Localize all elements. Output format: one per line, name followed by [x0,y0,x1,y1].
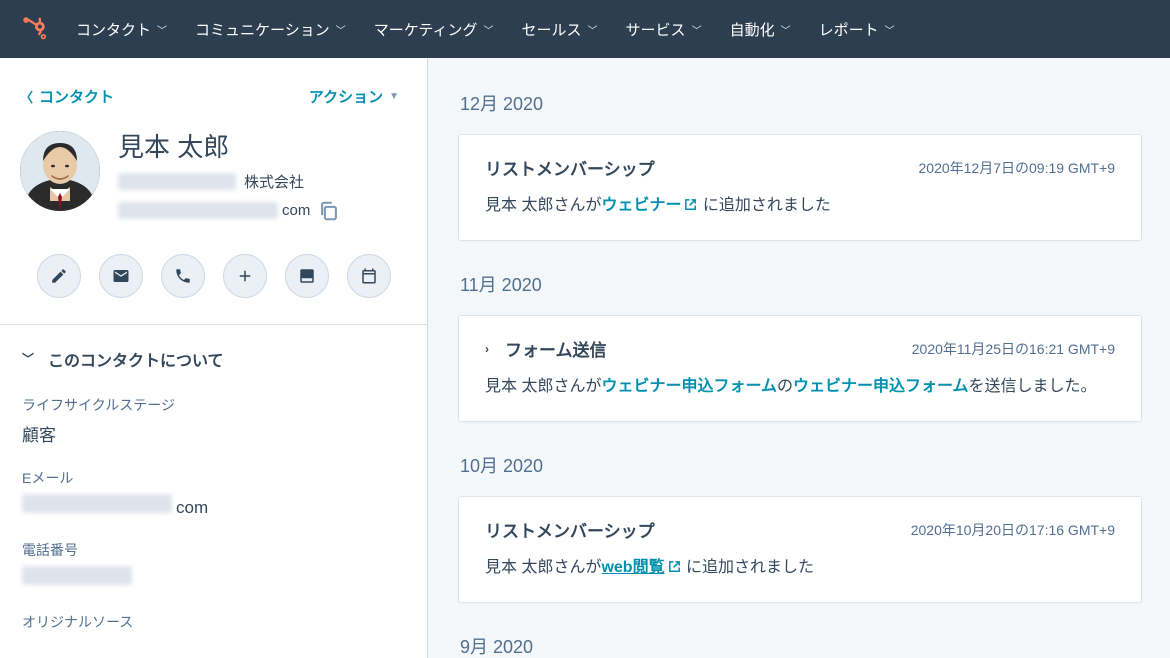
card-title: リストメンバーシップ [485,155,655,180]
activity-timeline: 12月 2020 リストメンバーシップ 2020年12月7日の09:19 GMT+9… [428,58,1170,658]
chevron-down-icon: ﹀ [484,22,494,37]
chevron-down-icon: ﹀ [692,22,702,37]
about-field: Eメール com [22,468,405,518]
copy-icon[interactable] [318,200,340,222]
about-section: ﹀ このコンタクトについて ライフサイクルステージ顧客 Eメール com 電話番号オリ… [0,324,427,654]
about-field: ライフサイクルステージ顧客 [22,395,405,446]
card-body: 見本 太郎さんがウェビナー申込フォームのウェビナー申込フォームを送信しました。 [485,375,1115,399]
field-label: 電話番号 [22,540,405,560]
field-value[interactable]: 顧客 [22,421,405,446]
timeline-link[interactable]: ウェビナー [601,197,681,214]
about-toggle[interactable]: ﹀ このコンタクトについて [22,347,405,371]
field-value[interactable] [22,566,405,590]
contact-avatar[interactable] [20,131,100,211]
nav-item[interactable]: マーケティング ﹀ [374,19,494,40]
card-timestamp: 2020年12月7日の09:19 GMT+9 [919,158,1116,178]
nav-label: 自動化 [730,19,775,40]
meeting-button[interactable] [347,254,391,298]
chevron-down-icon: ﹀ [157,22,167,37]
actions-label: アクション [309,86,383,107]
add-button[interactable] [223,254,267,298]
nav-label: コンタクト [76,19,151,40]
nav-item[interactable]: サービス ﹀ [626,19,702,40]
company-suffix: 株式会社 [244,171,304,192]
task-button[interactable] [285,254,329,298]
top-nav: コンタクト﹀コミュニケーション﹀マーケティング﹀セールス﹀サービス﹀自動化﹀レポ… [0,0,1170,58]
field-label: ライフサイクルステージ [22,395,405,415]
card-body: 見本 太郎さんがウェビナー に追加されました [485,194,1115,218]
chevron-down-icon: ﹀ [22,350,34,367]
nav-label: コミュニケーション [195,19,330,40]
nav-item[interactable]: 自動化 ﹀ [730,19,791,40]
field-label: Eメール [22,468,405,488]
nav-label: マーケティング [374,19,478,40]
about-field: オリジナルソース [22,612,405,632]
chevron-right-icon[interactable]: › [485,342,495,356]
timeline-month-heading: 11月 2020 [460,271,1142,297]
back-label: コンタクト [39,86,114,107]
note-button[interactable] [37,254,81,298]
hubspot-logo-icon[interactable] [22,16,48,42]
card-title: ›フォーム送信 [485,336,607,361]
nav-label: レポート [819,19,879,40]
field-value[interactable]: com [22,494,405,518]
chevron-down-icon: ▼ [389,91,399,102]
chevron-down-icon: ﹀ [885,22,895,37]
timeline-month-heading: 9月 2020 [460,633,1142,658]
back-to-contacts-link[interactable]: 〈 コンタクト [20,86,114,107]
nav-item[interactable]: コンタクト ﹀ [76,19,167,40]
chevron-down-icon: ﹀ [588,22,598,37]
field-label: オリジナルソース [22,612,405,632]
card-body: 見本 太郎さんがweb閲覧 に追加されました [485,556,1115,580]
timeline-card[interactable]: リストメンバーシップ 2020年12月7日の09:19 GMT+9 見本 太郎さんが… [458,134,1142,241]
card-title: リストメンバーシップ [485,517,655,542]
nav-label: セールス [522,19,582,40]
chevron-down-icon: ﹀ [781,22,791,37]
actions-dropdown[interactable]: アクション ▼ [309,86,399,107]
nav-item[interactable]: セールス ﹀ [522,19,598,40]
card-timestamp: 2020年11月25日の16:21 GMT+9 [912,339,1115,359]
external-link-icon [683,197,698,212]
contact-sidebar: 〈 コンタクト アクション ▼ 見本 太郎 株式会社 com [0,58,428,658]
timeline-card[interactable]: ›フォーム送信 2020年11月25日の16:21 GMT+9 見本 太郎さんがウェ… [458,315,1142,422]
nav-label: サービス [626,19,686,40]
call-button[interactable] [161,254,205,298]
timeline-card[interactable]: リストメンバーシップ 2020年10月20日の17:16 GMT+9 見本 太郎さん… [458,496,1142,603]
timeline-month-heading: 10月 2020 [460,452,1142,478]
nav-item[interactable]: コミュニケーション ﹀ [195,19,346,40]
email-suffix: com [282,202,310,219]
about-field: 電話番号 [22,540,405,590]
chevron-down-icon: ﹀ [336,22,346,37]
timeline-month-heading: 12月 2020 [460,90,1142,116]
contact-email: com [118,200,407,222]
contact-name: 見本 太郎 [118,131,407,165]
timeline-link[interactable]: web閲覧 [601,559,664,576]
timeline-link[interactable]: ウェビナー申込フォーム [601,378,777,395]
nav-item[interactable]: レポート ﹀ [819,19,895,40]
external-link-icon [667,559,682,574]
contact-action-row [0,236,427,324]
about-heading: このコンタクトについて [48,347,224,371]
card-timestamp: 2020年10月20日の17:16 GMT+9 [911,520,1115,540]
timeline-link[interactable]: ウェビナー申込フォーム [793,378,969,395]
email-button[interactable] [99,254,143,298]
contact-company: 株式会社 [118,171,407,192]
chevron-left-icon: 〈 [20,87,33,106]
